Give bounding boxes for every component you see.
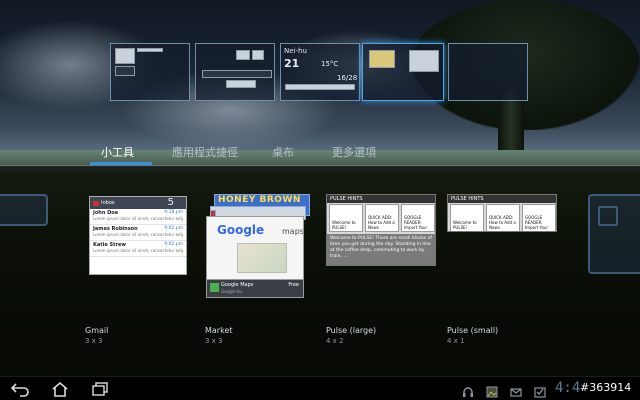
gmail-time: 9:02 pm [164, 242, 183, 247]
widget-size-gmail: 3 x 3 [85, 337, 103, 345]
pulse-story-body: Welcome to PULSE! There are small blocks… [327, 234, 435, 265]
maps-app-icon [210, 283, 219, 292]
page-indicator-icon [598, 206, 618, 226]
pulse-small-widget-preview[interactable]: PULSE HINTS Welcome to PULSE! QUICK ADD:… [447, 194, 557, 232]
weather-range: 16/28 [337, 74, 358, 82]
mail-status[interactable] [510, 383, 522, 397]
headset-status[interactable] [462, 383, 474, 397]
home-screen-thumb-1[interactable] [110, 43, 190, 101]
pulse-story-caption: QUICK ADD: How to Add a News [489, 215, 516, 230]
status-clock[interactable]: 4:4 [555, 380, 580, 396]
mini-widget [369, 50, 395, 68]
home-screen-thumb-5[interactable] [448, 43, 528, 101]
system-navigation-bar: 4:4 [0, 376, 640, 400]
gmail-snippet: Lorem ipsum dolor sit amet, consectetur … [93, 232, 183, 237]
gmail-snippet: Lorem ipsum dolor sit amet, consectetur … [93, 216, 183, 221]
market-app-price: Free [288, 282, 299, 288]
download-status[interactable] [534, 383, 546, 398]
widget-tray: Inbox 5 John Doe 9:18 pm Lorem ipsum dol… [0, 166, 640, 376]
gmail-row: James Robinson 9:02 pm Lorem ipsum dolor… [90, 225, 186, 241]
widget-name-pulse-small: Pulse (small) [447, 326, 499, 335]
gmail-widget-preview[interactable]: Inbox 5 John Doe 9:18 pm Lorem ipsum dol… [89, 196, 187, 275]
maps-logo-text: maps [282, 227, 304, 236]
previous-page-panel[interactable] [0, 194, 48, 226]
gmail-row: John Doe 9:18 pm Lorem ipsum dolor sit a… [90, 209, 186, 225]
home-screen-thumb-2[interactable] [195, 43, 275, 101]
weather-city: Nei-hu [284, 47, 307, 55]
mail-icon [510, 388, 522, 397]
pulse-story-cell: Welcome to PULSE! [450, 204, 484, 231]
widget-size-market: 3 x 3 [205, 337, 223, 345]
google-logo-text: Google [217, 223, 265, 237]
widget-name-gmail: Gmail [85, 326, 109, 335]
market-widget-preview[interactable]: Google maps [206, 216, 304, 280]
market-app-publisher: Google Inc. [221, 289, 244, 294]
tab-more-options[interactable]: 更多選項 [332, 144, 376, 160]
home-screen-thumb-4-current[interactable] [362, 43, 444, 101]
widget-size-pulse-large: 4 x 2 [326, 337, 344, 345]
gmail-row: Katie Strew 9:02 pm Lorem ipsum dolor si… [90, 241, 186, 257]
mini-widget [137, 48, 163, 52]
gallery-status[interactable] [486, 383, 498, 398]
home-screens-strip: Nei-hu 21 15°C 16/28 [110, 43, 530, 103]
mini-widget [115, 66, 135, 76]
market-app-title: Google Maps [221, 282, 254, 288]
recent-apps-icon [92, 382, 108, 396]
widget-size-pulse-small: 4 x 1 [447, 337, 465, 345]
widget-name-pulse-large: Pulse (large) [326, 326, 377, 335]
watermark-text: #363914 [580, 381, 632, 394]
gmail-unread-count: 5 [167, 197, 174, 208]
home-screen-thumb-3[interactable]: Nei-hu 21 15°C 16/28 [280, 43, 360, 101]
home-icon [52, 381, 68, 397]
pulse-large-widget-preview[interactable]: PULSE HINTS Welcome to PULSE! QUICK ADD:… [326, 194, 436, 266]
pulse-story-cell: Welcome to PULSE! [329, 204, 363, 232]
mini-widget [115, 48, 135, 64]
back-button[interactable] [10, 381, 30, 397]
mini-widget [285, 84, 355, 90]
pulse-story-cell: GOOGLE READER: Import Your [522, 204, 556, 231]
pulse-story-cell: QUICK ADD: How to Add a News [486, 204, 520, 231]
headset-icon [463, 387, 473, 397]
mini-widget [226, 80, 256, 88]
download-icon [534, 387, 546, 398]
widget-name-market: Market [205, 326, 233, 335]
pulse-header: PULSE HINTS [448, 195, 556, 203]
google-maps-logo: Google [217, 223, 264, 237]
map-thumbnail [237, 243, 287, 273]
back-arrow-icon [10, 383, 29, 397]
mini-widget [202, 70, 272, 78]
gmail-snippet: Lorem ipsum dolor sit amet, consectetur … [93, 248, 183, 253]
pulse-story-caption: GOOGLE READER: Import Your [404, 215, 428, 230]
weather-date: 21 [284, 57, 300, 70]
pulse-header: PULSE HINTS [327, 195, 435, 203]
mini-widget [236, 50, 250, 60]
market-banner: HONEY BROWN [218, 195, 301, 205]
pulse-story-caption: Welcome to PULSE! [332, 220, 356, 230]
launcher-screen: Nei-hu 21 15°C 16/28 小工具 應用程式捷徑 桌布 更多選項 [0, 0, 640, 400]
mini-widget [409, 50, 439, 72]
pulse-story-cell: QUICK ADD: How to Add a News [365, 204, 399, 232]
pulse-story-caption: Welcome to PULSE! [453, 220, 477, 230]
recent-apps-button[interactable] [90, 381, 110, 397]
pulse-story-cell: GOOGLE READER: Import Your [401, 204, 435, 232]
next-page-panel[interactable] [588, 194, 640, 274]
market-app-footer: Google Maps Google Inc. Free [206, 280, 304, 298]
tab-wallpapers[interactable]: 桌布 [272, 144, 294, 160]
widget-tabs: 小工具 應用程式捷徑 桌布 更多選項 [0, 138, 640, 166]
home-button[interactable] [50, 381, 70, 397]
gmail-time: 9:18 pm [164, 210, 183, 215]
gmail-time: 9:02 pm [164, 226, 183, 231]
gmail-icon [93, 200, 99, 206]
mini-widget [252, 50, 264, 60]
pulse-story-caption: QUICK ADD: How to Add a News [368, 215, 395, 230]
picture-icon [486, 386, 498, 398]
weather-temp: 15°C [321, 60, 339, 68]
tab-widgets[interactable]: 小工具 [101, 144, 134, 160]
gmail-inbox-label: Inbox [101, 200, 115, 206]
pulse-story-caption: GOOGLE READER: Import Your [525, 215, 549, 230]
tab-app-shortcuts[interactable]: 應用程式捷徑 [172, 144, 238, 160]
